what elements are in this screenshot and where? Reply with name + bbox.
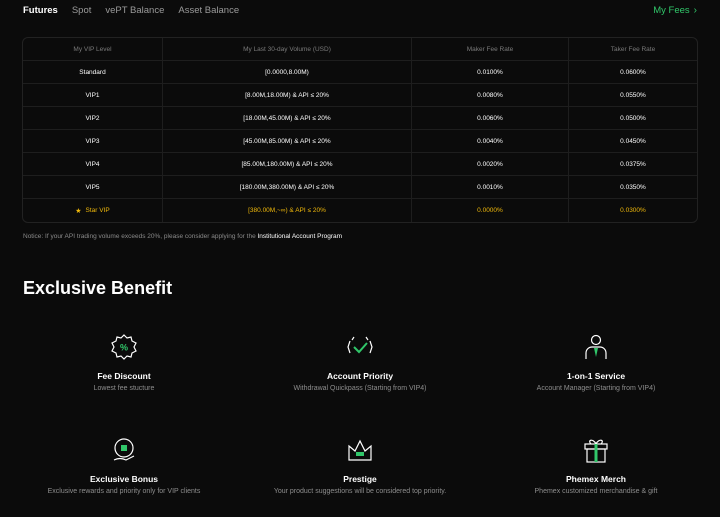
volume-cell: [18.00M,45.00M) & API ≤ 20% — [163, 107, 412, 129]
vip-level-cell: VIP3 — [23, 130, 163, 152]
tab-asset-balance[interactable]: Asset Balance — [178, 0, 239, 16]
institutional-program-link[interactable]: Institutional Account Program — [258, 233, 343, 240]
volume-cell: [85.00M,180.00M) & API ≤ 20% — [163, 153, 412, 175]
benefit-subtitle: Account Manager (Starting from VIP4) — [536, 385, 656, 392]
crown-icon — [348, 439, 372, 461]
volume-cell: [180.00M,380.00M) & API ≤ 20% — [163, 176, 412, 198]
table-header-row: My VIP Level My Last 30-day Volume (USD)… — [23, 38, 697, 61]
header-taker-fee: Taker Fee Rate — [610, 45, 656, 53]
maker-fee-cell: 0.0020% — [412, 153, 569, 175]
vip-level-label: Star VIP — [85, 207, 110, 214]
maker-fee-cell: 0.0040% — [412, 130, 569, 152]
taker-fee-cell: 0.0500% — [620, 114, 646, 122]
header-volume: My Last 30-day Volume (USD) — [163, 38, 412, 60]
taker-fee-cell: 0.0350% — [620, 183, 646, 191]
taker-fee-cell: 0.0550% — [620, 91, 646, 99]
tab-vept-balance[interactable]: vePT Balance — [105, 0, 164, 16]
my-fees-label: My Fees — [653, 5, 690, 16]
volume-cell: [380.00M,~∞) & API ≤ 20% — [163, 199, 412, 222]
table-row: VIP1 [8.00M,18.00M) & API ≤ 20% 0.0080% … — [23, 84, 697, 107]
maker-fee-cell: 0.0010% — [412, 176, 569, 198]
volume-cell: [8.00M,18.00M) & API ≤ 20% — [163, 84, 412, 106]
benefit-phemex-merch: Phemex Merch Phemex customized merchandi… — [496, 436, 696, 497]
benefit-prestige: Prestige Your product suggestions will b… — [260, 436, 460, 497]
table-row: VIP5 [180.00M,380.00M) & API ≤ 20% 0.001… — [23, 176, 697, 199]
benefit-subtitle: Exclusive rewards and priority only for … — [47, 488, 201, 495]
benefit-subtitle: Phemex customized merchandise & gift — [534, 488, 658, 495]
svg-text:%: % — [120, 343, 128, 353]
notice-body: Notice: If your API trading volume excee… — [23, 233, 258, 240]
table-row: VIP4 [85.00M,180.00M) & API ≤ 20% 0.0020… — [23, 153, 697, 176]
vip-level-cell: VIP1 — [23, 84, 163, 106]
benefit-title: Phemex Merch — [566, 474, 626, 484]
table-row: Standard [0.0000,8.00M) 0.0100% 0.0600% — [23, 61, 697, 84]
chevron-right-icon: › — [693, 5, 697, 16]
benefit-account-priority: Account Priority Withdrawal Quickpass (S… — [260, 333, 460, 394]
benefit-one-on-one-service: 1-on-1 Service Account Manager (Starting… — [496, 333, 696, 394]
benefit-title: Account Priority — [326, 371, 394, 381]
maker-fee-cell: 0.0000% — [412, 199, 569, 222]
taker-fee-cell: 0.0600% — [620, 68, 646, 76]
benefit-exclusive-bonus: Exclusive Bonus Exclusive rewards and pr… — [24, 436, 224, 497]
taker-fee-cell: 0.0300% — [620, 207, 646, 214]
header-vip-level: My VIP Level — [23, 38, 163, 60]
gift-icon — [584, 439, 608, 463]
benefit-subtitle: Withdrawal Quickpass (Starting from VIP4… — [293, 385, 427, 392]
tab-bar: Futures Spot vePT Balance Asset Balance — [23, 0, 697, 24]
table-row-star-vip: ★ Star VIP [380.00M,~∞) & API ≤ 20% 0.00… — [23, 199, 697, 222]
vip-level-cell: VIP2 — [23, 107, 163, 129]
volume-cell: [45.00M,85.00M) & API ≤ 20% — [163, 130, 412, 152]
my-fees-link[interactable]: My Fees › — [653, 5, 697, 16]
header-maker-fee: Maker Fee Rate — [412, 38, 569, 60]
section-title: Exclusive Benefit — [23, 278, 173, 298]
maker-fee-cell: 0.0100% — [412, 61, 569, 83]
table-row: VIP2 [18.00M,45.00M) & API ≤ 20% 0.0060%… — [23, 107, 697, 130]
benefit-title: Prestige — [343, 474, 377, 484]
benefit-title: Fee Discount — [97, 371, 151, 381]
tab-spot[interactable]: Spot — [72, 0, 92, 16]
tab-futures[interactable]: Futures — [23, 0, 58, 16]
benefit-fee-discount: % Fee Discount Lowest fee stucture — [24, 333, 224, 394]
star-icon: ★ — [75, 207, 82, 215]
volume-cell: [0.0000,8.00M) — [163, 61, 412, 83]
vip-level-cell: VIP5 — [23, 176, 163, 198]
benefit-title: 1-on-1 Service — [566, 371, 626, 381]
check-priority-icon — [347, 336, 373, 354]
vip-level-cell: ★ Star VIP — [23, 199, 163, 222]
taker-fee-cell: 0.0450% — [620, 137, 646, 145]
benefit-title: Exclusive Bonus — [89, 474, 159, 484]
benefit-subtitle: Your product suggestions will be conside… — [273, 488, 447, 495]
vip-level-cell: Standard — [23, 61, 163, 83]
maker-fee-cell: 0.0060% — [412, 107, 569, 129]
benefit-subtitle: Lowest fee stucture — [93, 385, 155, 392]
vip-fee-table: My VIP Level My Last 30-day Volume (USD)… — [22, 37, 698, 223]
table-row: VIP3 [45.00M,85.00M) & API ≤ 20% 0.0040%… — [23, 130, 697, 153]
vip-level-cell: VIP4 — [23, 153, 163, 175]
notice-text: Notice: If your API trading volume excee… — [23, 233, 342, 240]
taker-fee-cell: 0.0375% — [620, 160, 646, 168]
percent-badge-icon: % — [111, 334, 137, 360]
bonus-coin-icon — [113, 438, 135, 461]
maker-fee-cell: 0.0080% — [412, 84, 569, 106]
service-person-icon — [585, 334, 607, 359]
